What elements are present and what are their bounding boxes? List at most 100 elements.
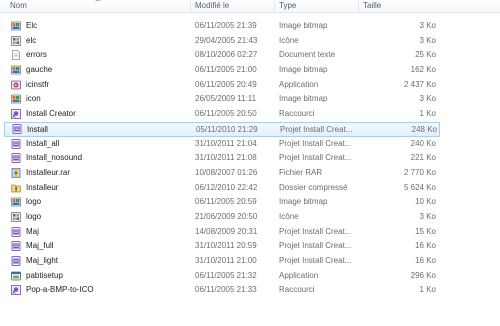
bitmap-icon xyxy=(11,21,21,31)
file-name: logo xyxy=(26,197,42,207)
file-type: Fichier RAR xyxy=(279,167,323,177)
file-name: icon xyxy=(26,94,41,104)
file-type: Application xyxy=(279,270,319,280)
file-modified-date: 06/11/2005 21:32 xyxy=(195,270,257,280)
file-type: Raccourci xyxy=(279,109,315,119)
file-row[interactable]: gauche 06/11/2005 21:00 Image bitmap 162 Ko xyxy=(0,63,500,78)
file-modified-date: 06/11/2005 21:39 xyxy=(195,21,257,30)
file-row[interactable]: pabtisetup 06/11/2005 21:32 Application 296… xyxy=(0,269,500,284)
file-size: 1 Ko xyxy=(419,285,436,295)
file-modified-date: 08/10/2006 02:27 xyxy=(195,50,258,60)
file-name: Install xyxy=(27,124,48,134)
project-icon xyxy=(11,256,21,266)
file-type: Raccourci xyxy=(279,285,315,295)
file-size: 296 Ko xyxy=(410,270,436,280)
file-row[interactable]: Install 05/11/2010 21:29 Projet Install Cr… xyxy=(4,121,440,137)
file-name: Maj xyxy=(26,226,39,236)
file-size: 25 Ko xyxy=(415,50,436,60)
file-modified-date: 06/11/2005 21:00 xyxy=(195,65,257,75)
file-row[interactable]: Pop-a-BMP-to-ICO 06/11/2005 21:33 Raccourc… xyxy=(0,283,500,298)
file-row[interactable]: icon 26/05/2009 11:11 Image bitmap 3 Ko xyxy=(0,92,500,107)
column-header-name[interactable]: Nom xyxy=(6,0,189,12)
shortcut-icon xyxy=(11,109,21,120)
file-name: Installeur.rar xyxy=(26,167,71,177)
file-row[interactable]: Installeur 06/12/2010 22:42 Dossier compre… xyxy=(0,181,500,196)
file-type: Image bitmap xyxy=(279,65,328,75)
file-type: Dossier compressé xyxy=(279,182,348,192)
file-name: logo xyxy=(26,211,42,221)
file-row[interactable]: logo 06/11/2005 20:59 Image bitmap 10 Ko xyxy=(0,195,500,210)
file-name: errors xyxy=(26,50,47,60)
file-size: 240 Ko xyxy=(410,138,436,148)
file-size: 221 Ko xyxy=(410,153,436,163)
file-row[interactable]: Elc 06/11/2005 21:39 Image bitmap 3 Ko xyxy=(0,19,500,34)
file-modified-date: 21/06/2009 20:50 xyxy=(195,211,258,221)
file-row[interactable]: Maj_light 31/10/2011 21:00 Projet Install … xyxy=(0,254,500,269)
column-header-type[interactable]: Type xyxy=(274,0,358,12)
file-name: Install_nosound xyxy=(26,153,83,163)
project-icon xyxy=(11,138,21,149)
file-modified-date: 26/05/2009 11:11 xyxy=(195,94,257,104)
file-modified-date: 10/08/2007 01:26 xyxy=(195,167,258,177)
file-row[interactable]: elc 29/04/2005 21:43 Icône 3 Ko xyxy=(0,34,500,49)
file-size: 1 Ko xyxy=(419,109,436,119)
file-size: 2 770 Ko xyxy=(403,167,436,177)
file-size: 3 Ko xyxy=(419,211,436,221)
file-row[interactable]: Installeur.rar 10/08/2007 01:26 Fichier RA… xyxy=(0,166,500,181)
file-row[interactable]: Maj_full 31/10/2011 20:59 Projet Install C… xyxy=(0,239,500,254)
file-type: Projet Install Creat... xyxy=(279,153,352,163)
bitmap-icon xyxy=(11,94,21,104)
setup-app-icon xyxy=(11,271,21,281)
file-modified-date: 06/11/2005 20:50 xyxy=(195,109,257,119)
file-type: Projet Install Creat... xyxy=(279,138,352,148)
bitmap-icon xyxy=(11,65,21,75)
zip-folder-icon xyxy=(11,183,21,193)
file-modified-date: 31/10/2011 21:04 xyxy=(195,138,257,148)
file-type: Icône xyxy=(279,211,299,221)
file-type: Projet Install Creat... xyxy=(279,226,352,236)
file-size: 15 Ko xyxy=(415,226,436,236)
file-name: gauche xyxy=(26,65,53,75)
icon-file-icon xyxy=(11,35,21,46)
file-row[interactable]: logo 21/06/2009 20:50 Icône 3 Ko xyxy=(0,210,500,225)
file-modified-date: 31/10/2011 21:00 xyxy=(195,256,257,265)
file-modified-date: 06/11/2005 21:33 xyxy=(195,285,257,295)
file-type: Projet Install Creat... xyxy=(280,124,353,134)
file-type: Projet Install Creat... xyxy=(279,256,352,265)
file-type: Projet Install Creat... xyxy=(279,241,352,251)
file-row[interactable]: Install_nosound 31/10/2011 21:08 Projet In… xyxy=(0,151,500,166)
text-document-icon xyxy=(11,50,21,61)
file-name: Pop-a-BMP-to-ICO xyxy=(26,285,94,295)
project-icon xyxy=(11,241,21,252)
file-type: Icône xyxy=(279,35,299,45)
file-type: Image bitmap xyxy=(279,197,328,207)
file-modified-date: 31/10/2011 21:08 xyxy=(195,153,257,163)
file-modified-date: 06/12/2010 22:42 xyxy=(195,182,258,192)
file-row[interactable]: Install_all 31/10/2011 21:04 Projet Instal… xyxy=(0,137,500,152)
file-modified-date: 05/11/2010 21:29 xyxy=(196,124,258,134)
file-row[interactable]: Install Creator 06/11/2005 20:50 Raccourci… xyxy=(0,107,500,122)
file-name: pabtisetup xyxy=(26,270,63,280)
file-size: 16 Ko xyxy=(415,241,436,251)
column-header-bar: Nom Modifié le Type Taille xyxy=(0,0,500,13)
file-size: 162 Ko xyxy=(410,65,436,75)
file-name: elc xyxy=(26,35,37,45)
column-header-modified[interactable]: Modifié le xyxy=(190,0,274,12)
column-header-size[interactable]: Taille xyxy=(358,0,442,12)
file-size: 16 Ko xyxy=(415,256,436,265)
file-row[interactable]: icinstfr 06/11/2005 20:49 Application 2 437… xyxy=(0,78,500,93)
file-name: Install Creator xyxy=(26,109,76,119)
file-row[interactable]: Maj 14/08/2009 20:31 Projet Install Creat.… xyxy=(0,225,500,240)
file-name: Elc xyxy=(26,21,38,30)
file-modified-date: 06/11/2005 20:49 xyxy=(195,79,257,89)
sort-ascending-icon xyxy=(95,0,101,1)
file-row[interactable]: errors 08/10/2006 02:27 Document texte 25 K… xyxy=(0,48,500,63)
file-size: 3 Ko xyxy=(419,21,436,30)
file-size: 10 Ko xyxy=(415,197,436,207)
file-type: Application xyxy=(279,79,319,89)
project-icon xyxy=(12,123,22,134)
installer-app-icon xyxy=(11,80,21,90)
file-name: Installeur xyxy=(26,182,59,192)
project-icon xyxy=(11,153,21,164)
file-type: Image bitmap xyxy=(279,94,328,104)
